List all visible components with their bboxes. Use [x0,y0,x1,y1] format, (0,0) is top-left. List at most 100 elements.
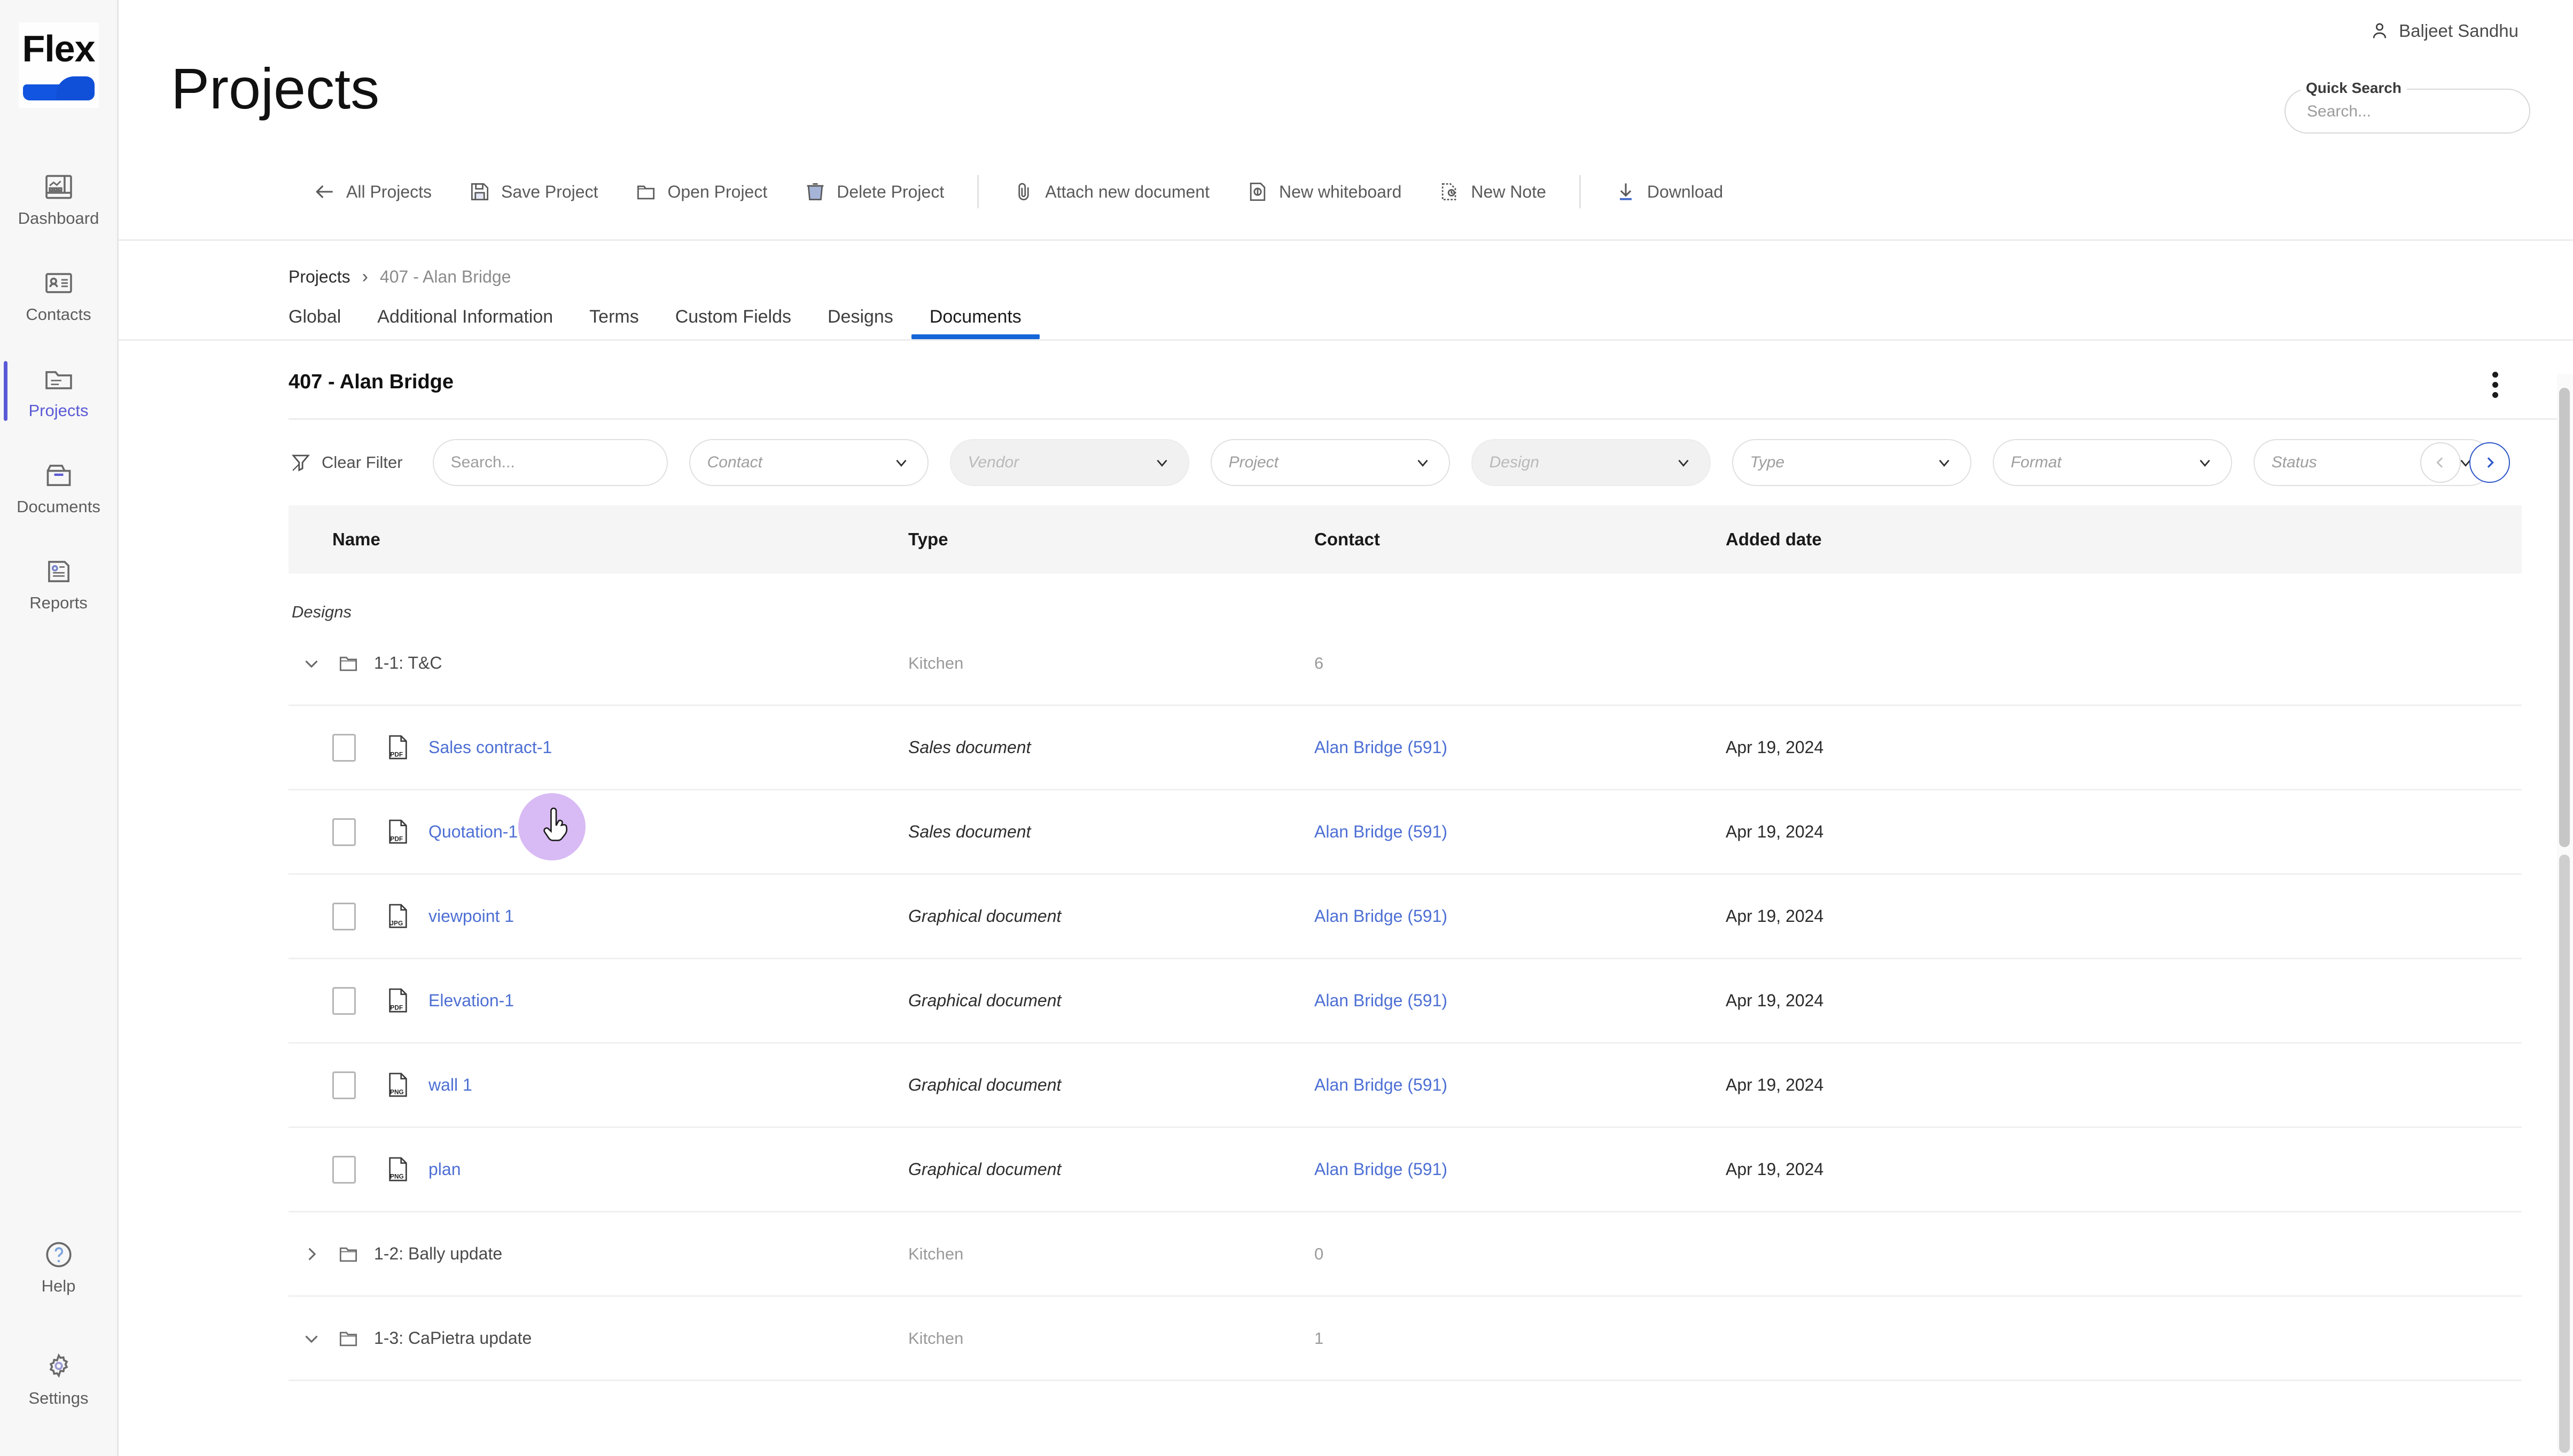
sidebar-item-label: Contacts [26,304,91,324]
contact-link[interactable]: Alan Bridge (591) [1314,906,1447,926]
filter-clear-icon [292,455,310,472]
folder-icon [339,656,357,671]
page-header: Projects Baljeet Sandhu Quick Search Sea… [119,0,2573,160]
user-menu[interactable]: Baljeet Sandhu [2369,20,2519,42]
table-folder-row[interactable]: 1-3: CaPietra update Kitchen 1 [289,1297,2522,1381]
new-note-button[interactable]: New Note [1420,160,1564,223]
document-link[interactable]: Sales contract-1 [428,738,552,757]
table-row[interactable]: PNG wall 1 Graphical document Alan Bridg… [289,1044,2522,1128]
row-checkbox[interactable] [332,733,356,762]
chevron-down-icon[interactable] [300,1327,323,1350]
flex-logo[interactable]: Flex [18,22,99,108]
quick-search-placeholder: Search... [2307,103,2372,120]
sidebar-item-dashboard[interactable]: Dashboard [0,151,117,247]
sidebar-item-reports[interactable]: Reports [0,535,117,631]
attach-new-document-button[interactable]: Attach new document [994,160,1228,223]
tab-additional-information[interactable]: Additional Information [359,307,571,339]
filter-format-select[interactable]: Format [1992,439,2232,486]
sidebar-item-label: Reports [29,593,88,612]
row-checkbox[interactable] [332,1155,356,1184]
note-icon [1442,183,1456,201]
document-link[interactable]: wall 1 [428,1075,472,1095]
table-scrollbar-thumb[interactable] [2559,855,2570,1453]
user-icon [2373,23,2387,38]
sidebar-bottom-nav: Help Settings [0,1210,117,1435]
column-header-type[interactable]: Type [908,529,1314,550]
contact-link[interactable]: Alan Bridge (591) [1314,1075,1447,1094]
filter-type-select[interactable]: Type [1732,439,1971,486]
contact-link[interactable]: Alan Bridge (591) [1314,1160,1447,1179]
open-project-button[interactable]: Open Project [616,160,785,223]
sidebar-item-help[interactable]: Help [0,1210,117,1322]
help-circle-icon [45,1241,72,1267]
sidebar-item-settings[interactable]: Settings [0,1322,117,1435]
sidebar-item-projects[interactable]: Projects [0,343,117,439]
sidebar-item-documents[interactable]: Documents [0,439,117,535]
tab-designs[interactable]: Designs [809,307,911,339]
document-added-date: Apr 19, 2024 [1726,906,1824,926]
contact-link[interactable]: Alan Bridge (591) [1314,822,1447,841]
table-row[interactable]: JPG viewpoint 1 Graphical document Alan … [289,875,2522,959]
document-link[interactable]: Quotation-1 [428,822,518,842]
quick-search-input[interactable]: Quick Search Search... [2284,80,2530,134]
tab-custom-fields[interactable]: Custom Fields [657,307,809,339]
sidebar-item-contacts[interactable]: Contacts [0,247,117,343]
download-button[interactable]: Download [1596,160,1741,223]
table-folder-row[interactable]: 1-1: T&C Kitchen 6 [289,622,2522,706]
chevron-down-icon[interactable] [300,652,323,675]
download-icon [1619,183,1632,200]
tab-terms[interactable]: Terms [571,307,657,339]
table-row[interactable]: PNG plan Graphical document Alan Bridge … [289,1128,2522,1212]
clear-filter-button[interactable]: Clear Filter [290,451,403,474]
chevron-right-icon: › [362,267,368,287]
filter-search-input[interactable]: Search... [432,439,668,486]
chevron-right-icon[interactable] [300,1243,323,1265]
table-row[interactable]: PDF Elevation-1 Graphical document Alan … [289,959,2522,1044]
clear-filter-label: Clear Filter [322,453,403,472]
breadcrumb-root[interactable]: Projects [289,267,350,287]
kebab-menu-icon[interactable] [2487,366,2504,403]
save-project-button[interactable]: Save Project [450,160,616,223]
row-checkbox[interactable] [332,987,356,1015]
column-header-added-date[interactable]: Added date [1726,529,2100,550]
contact-link[interactable]: Alan Bridge (591) [1314,738,1447,757]
sidebar-item-label: Projects [28,401,89,420]
tab-global[interactable]: Global [289,307,359,339]
document-type: Graphical document [908,1075,1062,1094]
tab-documents[interactable]: Documents [911,307,1040,339]
new-whiteboard-button[interactable]: New whiteboard [1228,160,1420,223]
row-checkbox[interactable] [332,1071,356,1099]
table-folder-row[interactable]: 1-2: Bally update Kitchen 0 [289,1212,2522,1297]
document-link[interactable]: plan [428,1160,461,1179]
column-header-contact[interactable]: Contact [1314,529,1726,550]
panel-header: 407 - Alan Bridge [119,341,2573,398]
filter-prev-button[interactable] [2420,442,2461,483]
delete-project-button[interactable]: Delete Project [785,160,962,223]
svg-text:PDF: PDF [390,1004,403,1011]
row-checkbox[interactable] [332,818,356,846]
filter-project-select[interactable]: Project [1210,439,1450,486]
table-row[interactable]: PDF Sales contract-1 Sales document Alan… [289,706,2522,790]
document-link[interactable]: Elevation-1 [428,991,514,1011]
filter-next-button[interactable] [2469,442,2510,483]
folder-count: 1 [1314,1328,1324,1348]
chevron-down-icon [2200,459,2210,467]
table-row[interactable]: PDF Quotation-1 Sales document Alan Brid… [289,790,2522,875]
vertical-scrollbar-thumb[interactable] [2559,388,2570,847]
breadcrumb: Projects › 407 - Alan Bridge [119,241,2573,287]
breadcrumb-current: 407 - Alan Bridge [379,267,511,286]
folder-count: 0 [1314,1244,1324,1263]
folder-name: 1-3: CaPietra update [374,1328,532,1348]
pdf-file-icon: PDF [389,988,407,1012]
filter-label: Status [2271,453,2317,471]
toolbar-label: Save Project [501,182,598,201]
row-checkbox[interactable] [332,902,356,930]
contact-link[interactable]: Alan Bridge (591) [1314,991,1447,1010]
document-link[interactable]: viewpoint 1 [428,906,514,926]
filter-contact-select[interactable]: Contact [689,439,929,486]
main-content: Projects Baljeet Sandhu Quick Search Sea… [119,0,2573,1456]
all-projects-button[interactable]: All Projects [295,160,450,223]
filter-pager [2420,442,2510,483]
column-header-name[interactable]: Name [289,529,908,550]
toolbar-divider [1579,175,1581,208]
